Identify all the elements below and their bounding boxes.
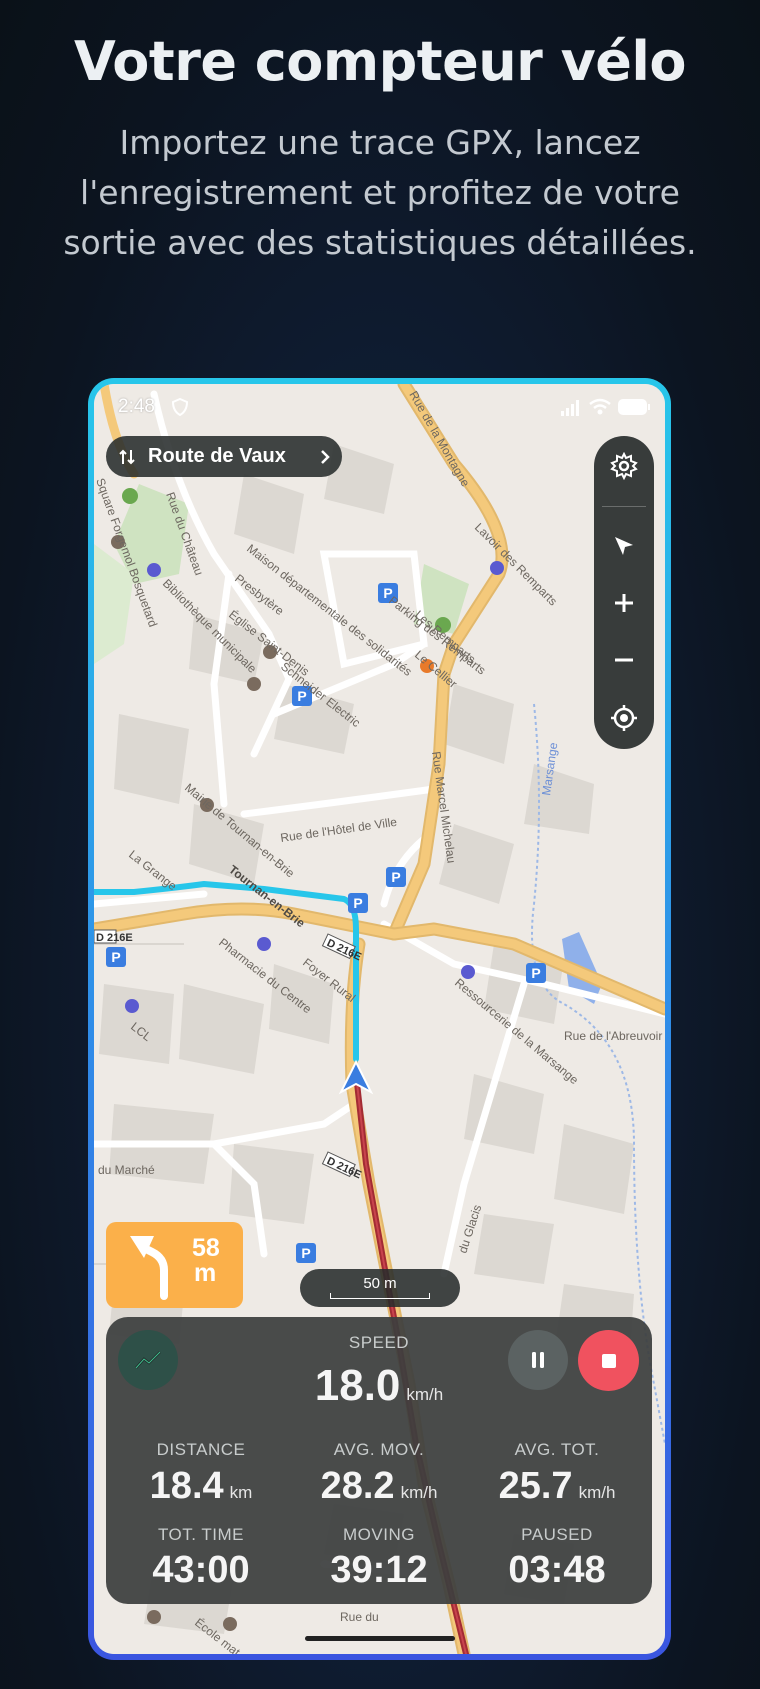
moving-value: 39:12 xyxy=(330,1549,428,1591)
stop-icon xyxy=(601,1353,616,1368)
home-indicator[interactable] xyxy=(305,1636,455,1641)
locate-icon xyxy=(611,705,637,731)
moving-label: MOVING xyxy=(343,1525,415,1544)
chart-icon xyxy=(135,1351,161,1369)
gear-icon xyxy=(610,452,638,480)
distance-label: DISTANCE xyxy=(156,1440,246,1459)
route-swap-icon xyxy=(119,449,135,464)
paused-value: 03:48 xyxy=(508,1549,606,1591)
avg-tot-unit: km/h xyxy=(578,1483,616,1502)
stats-panel: SPEED 18.0 km/h DISTANCE 18.4 km AVG. MOV.… xyxy=(106,1317,652,1604)
turn-instruction: 58 m xyxy=(106,1222,243,1308)
speed-value: 18.0 km/h xyxy=(256,1361,502,1411)
plus-icon xyxy=(615,594,633,612)
map-label: Rue de l'Abreuvoir xyxy=(564,1029,662,1043)
road-shield: D 216E xyxy=(96,932,133,944)
stop-button[interactable] xyxy=(578,1330,639,1391)
follow-mode-button[interactable] xyxy=(594,526,654,566)
speed-label: SPEED xyxy=(348,1333,410,1352)
phone-frame: PPP PPPP Rue de la Montagne Square Forge… xyxy=(88,378,671,1660)
paused-label: PAUSED xyxy=(521,1525,593,1544)
distance-value: 18.4 km xyxy=(106,1465,296,1508)
scale-label: 50 m xyxy=(363,1275,397,1292)
app-screen: PPP PPPP Rue de la Montagne Square Forge… xyxy=(94,384,665,1654)
settings-button[interactable] xyxy=(594,446,654,486)
tot-time-label: TOT. TIME xyxy=(157,1525,245,1544)
route-name: Route de Vaux xyxy=(148,445,286,467)
avg-tot-value: 25.7 km/h xyxy=(462,1465,652,1508)
stats-chart-button[interactable] xyxy=(118,1330,178,1390)
pointer-icon xyxy=(615,537,633,555)
speed-unit: km/h xyxy=(406,1385,444,1404)
avg-mov-number: 28.2 xyxy=(320,1465,395,1507)
distance-unit: km xyxy=(229,1483,253,1502)
svg-text:P: P xyxy=(111,949,120,965)
wifi-icon xyxy=(588,398,611,415)
subheadline: Importez une trace GPX, lancez l'enregis… xyxy=(63,123,697,262)
avg-mov-value: 28.2 km/h xyxy=(284,1465,474,1508)
map-scale: 50 m xyxy=(300,1269,460,1307)
map-label: du Marché xyxy=(98,1163,155,1177)
map-label: Rue du xyxy=(340,1610,379,1624)
chevron-right-icon xyxy=(321,449,330,464)
signal-icon xyxy=(561,400,580,416)
tot-time-value: 43:00 xyxy=(152,1549,250,1591)
status-time: 2:48 xyxy=(118,396,155,417)
battery-icon xyxy=(618,399,650,415)
route-selector[interactable]: Route de Vaux xyxy=(106,436,342,477)
status-bar: 2:48 xyxy=(94,396,665,420)
pause-button[interactable] xyxy=(508,1330,568,1390)
distance-number: 18.4 xyxy=(149,1465,224,1507)
shield-icon xyxy=(172,398,188,416)
zoom-out-button[interactable] xyxy=(594,640,654,680)
zoom-in-button[interactable] xyxy=(594,583,654,623)
system-icons xyxy=(560,398,651,422)
turn-left-icon xyxy=(130,1236,168,1300)
toolbar-divider xyxy=(602,506,646,507)
locate-button[interactable] xyxy=(594,698,654,738)
svg-text:P: P xyxy=(531,965,540,981)
turn-distance-unit: m xyxy=(194,1259,217,1287)
svg-text:P: P xyxy=(301,1245,310,1261)
speed-number: 18.0 xyxy=(314,1361,401,1410)
map-toolbar xyxy=(594,436,654,749)
avg-mov-unit: km/h xyxy=(400,1483,438,1502)
headline: Votre compteur vélo xyxy=(73,30,687,93)
scale-bar xyxy=(330,1293,430,1299)
avg-tot-label: AVG. TOT. xyxy=(514,1440,600,1459)
pause-icon xyxy=(532,1352,544,1368)
avg-mov-label: AVG. MOV. xyxy=(333,1440,425,1459)
avg-tot-number: 25.7 xyxy=(498,1465,573,1507)
turn-distance: 58 xyxy=(192,1234,220,1262)
minus-icon xyxy=(615,658,633,662)
svg-text:P: P xyxy=(391,869,400,885)
svg-text:P: P xyxy=(353,895,362,911)
